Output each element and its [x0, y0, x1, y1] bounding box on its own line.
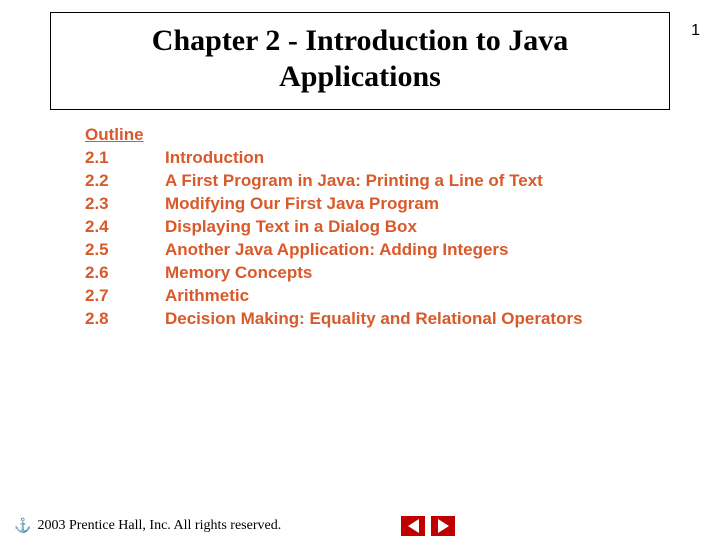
arrow-right-icon	[438, 519, 449, 533]
anchor-icon: ⚓	[14, 518, 31, 535]
title-box: Chapter 2 - Introduction to Java Applica…	[50, 12, 670, 110]
outline-item-title: Decision Making: Equality and Relational…	[165, 308, 720, 331]
outline-item: 2.7 Arithmetic	[85, 285, 720, 308]
outline-item-num: 2.5	[85, 239, 165, 262]
outline-item-num: 2.4	[85, 216, 165, 239]
outline-item: 2.4 Displaying Text in a Dialog Box	[85, 216, 720, 239]
outline-item-num: 2.2	[85, 170, 165, 193]
outline-item: 2.5 Another Java Application: Adding Int…	[85, 239, 720, 262]
outline-item-title: Modifying Our First Java Program	[165, 193, 720, 216]
next-button[interactable]	[431, 516, 455, 536]
arrow-left-icon	[408, 519, 419, 533]
prev-button[interactable]	[401, 516, 425, 536]
outline-item: 2.8 Decision Making: Equality and Relati…	[85, 308, 720, 331]
outline-item-title: Displaying Text in a Dialog Box	[165, 216, 720, 239]
page-number: 1	[691, 22, 700, 40]
outline-heading: Outline	[85, 124, 720, 147]
outline-item-num: 2.6	[85, 262, 165, 285]
outline-item: 2.6 Memory Concepts	[85, 262, 720, 285]
footer: ⚓ 2003 Prentice Hall, Inc. All rights re…	[14, 516, 706, 536]
outline-item-title: Arithmetic	[165, 285, 720, 308]
outline-item: 2.2 A First Program in Java: Printing a …	[85, 170, 720, 193]
outline-item: 2.3 Modifying Our First Java Program	[85, 193, 720, 216]
outline-item-title: Introduction	[165, 147, 720, 170]
outline-item-title: Memory Concepts	[165, 262, 720, 285]
outline-section: Outline 2.1 Introduction 2.2 A First Pro…	[85, 124, 720, 330]
chapter-title: Chapter 2 - Introduction to Java Applica…	[71, 23, 649, 95]
outline-item-num: 2.8	[85, 308, 165, 331]
outline-item-title: Another Java Application: Adding Integer…	[165, 239, 720, 262]
copyright-text: 2003 Prentice Hall, Inc. All rights rese…	[37, 518, 281, 534]
outline-item-title: A First Program in Java: Printing a Line…	[165, 170, 720, 193]
outline-item-num: 2.1	[85, 147, 165, 170]
nav-arrows	[401, 516, 455, 536]
outline-item: 2.1 Introduction	[85, 147, 720, 170]
outline-item-num: 2.7	[85, 285, 165, 308]
outline-item-num: 2.3	[85, 193, 165, 216]
